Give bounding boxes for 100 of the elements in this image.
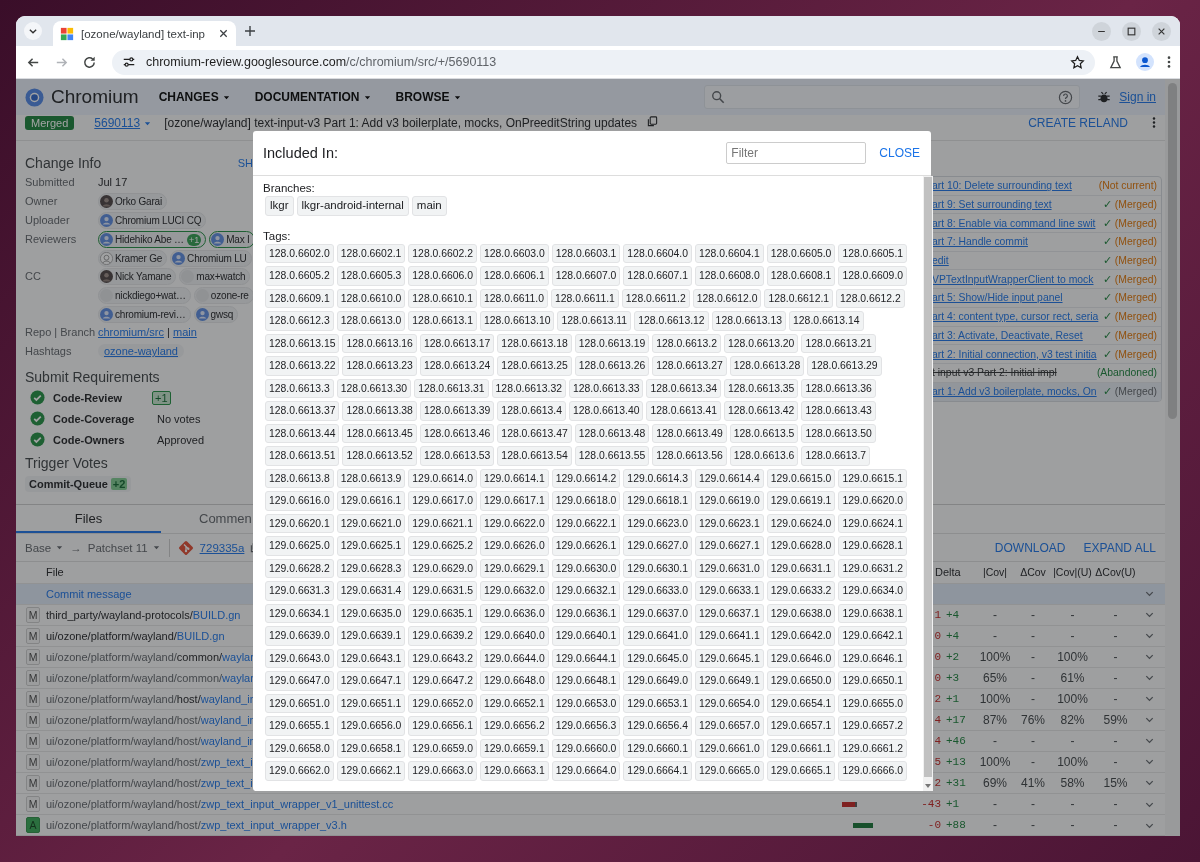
tag-chip[interactable]: 128.0.6613.55 — [574, 446, 650, 466]
tag-chip[interactable]: 129.0.6642.0 — [766, 626, 836, 646]
tag-chip[interactable]: 128.0.6611.0 — [480, 288, 548, 308]
tag-chip[interactable]: 128.0.6613.43 — [801, 401, 876, 421]
star-icon[interactable] — [1070, 54, 1085, 70]
tag-chip[interactable]: 128.0.6607.1 — [623, 266, 693, 286]
tag-chip[interactable]: 129.0.6646.0 — [766, 648, 836, 668]
tag-chip[interactable]: 129.0.6627.0 — [623, 536, 693, 556]
tag-chip[interactable]: 129.0.6656.3 — [551, 716, 621, 736]
tag-chip[interactable]: 129.0.6635.1 — [408, 603, 477, 623]
tag-chip[interactable]: 129.0.6650.0 — [766, 671, 836, 691]
tag-chip[interactable]: 129.0.6626.0 — [480, 536, 549, 556]
tag-chip[interactable]: 129.0.6639.2 — [408, 626, 477, 646]
tag-chip[interactable]: 128.0.6613.33 — [569, 378, 644, 398]
tag-chip[interactable]: 128.0.6613.19 — [574, 333, 650, 353]
person-chip[interactable]: nickdiego+wat… — [98, 287, 191, 304]
person-chip[interactable]: Orko Garai — [98, 193, 167, 210]
tag-chip[interactable]: 129.0.6625.1 — [336, 536, 406, 556]
branch-chip[interactable]: main — [411, 196, 447, 216]
tag-chip[interactable]: 128.0.6613.23 — [342, 356, 417, 376]
tag-chip[interactable]: 128.0.6602.2 — [408, 243, 477, 263]
file-path[interactable]: ui/ozone/platform/wayland/host/wayland_ir — [46, 692, 254, 705]
tag-chip[interactable]: 129.0.6636.0 — [480, 603, 549, 623]
tag-chip[interactable]: 128.0.6613.20 — [723, 333, 799, 353]
tag-chip[interactable]: 128.0.6613.32 — [491, 378, 567, 398]
scrollbar[interactable] — [1165, 79, 1180, 836]
tag-chip[interactable]: 129.0.6661.0 — [695, 738, 764, 758]
tag-chip[interactable]: 128.0.6613.29 — [807, 356, 882, 376]
tag-chip[interactable]: 129.0.6665.0 — [695, 761, 764, 781]
tag-chip[interactable]: 129.0.6615.1 — [838, 468, 908, 488]
tag-chip[interactable]: 129.0.6644.0 — [480, 648, 549, 668]
new-tab-icon[interactable] — [244, 25, 257, 37]
tag-chip[interactable]: 129.0.6643.2 — [408, 648, 477, 668]
tag-chip[interactable]: 129.0.6649.0 — [623, 671, 693, 691]
tag-chip[interactable]: 129.0.6652.1 — [480, 693, 549, 713]
tag-chip[interactable]: 129.0.6643.0 — [265, 648, 334, 668]
tag-chip[interactable]: 129.0.6615.0 — [766, 468, 836, 488]
tag-chip[interactable]: 128.0.6613.46 — [419, 423, 495, 443]
tag-chip[interactable]: 128.0.6613.10 — [480, 311, 555, 331]
tag-chip[interactable]: 128.0.6613.37 — [265, 401, 340, 421]
person-chip[interactable]: max+watch — [179, 268, 251, 285]
tag-chip[interactable]: 129.0.6619.1 — [766, 491, 836, 511]
tag-chip[interactable]: 129.0.6617.0 — [408, 491, 477, 511]
file-path[interactable]: ui/ozone/platform/wayland/host/zwp_text_i — [46, 777, 253, 789]
tag-chip[interactable]: 128.0.6613.28 — [729, 356, 805, 376]
tag-chip[interactable]: 129.0.6641.1 — [695, 626, 764, 646]
tag-chip[interactable]: 128.0.6602.0 — [265, 243, 334, 263]
tag-chip[interactable]: 129.0.6657.1 — [766, 716, 836, 736]
tag-chip[interactable]: 128.0.6613.12 — [634, 311, 709, 331]
tag-chip[interactable]: 129.0.6637.1 — [695, 603, 764, 623]
tag-chip[interactable]: 129.0.6621.1 — [408, 513, 477, 533]
tag-chip[interactable]: 128.0.6613.48 — [574, 423, 650, 443]
close-icon[interactable] — [1152, 21, 1171, 41]
tag-chip[interactable]: 128.0.6613.22 — [265, 356, 340, 376]
tag-chip[interactable]: 129.0.6651.0 — [265, 693, 334, 713]
person-chip[interactable]: Chromium LUCI CQ — [98, 212, 207, 229]
tag-chip[interactable]: 128.0.6613.36 — [801, 378, 876, 398]
tag-chip[interactable]: 129.0.6666.0 — [838, 761, 908, 781]
tag-chip[interactable]: 129.0.6625.0 — [265, 536, 334, 556]
tag-chip[interactable]: 129.0.6618.1 — [623, 491, 693, 511]
reload-icon[interactable] — [82, 54, 97, 70]
file-path[interactable]: ui/ozone/platform/wayland/common/waylar — [46, 671, 254, 684]
tag-chip[interactable]: 128.0.6613.1 — [408, 311, 477, 331]
tag-chip[interactable]: 128.0.6606.0 — [408, 266, 477, 286]
tag-chip[interactable]: 129.0.6662.1 — [336, 761, 406, 781]
tag-chip[interactable]: 129.0.6614.4 — [695, 468, 764, 488]
tag-chip[interactable]: 129.0.6655.0 — [838, 693, 908, 713]
tag-chip[interactable]: 129.0.6640.0 — [480, 626, 549, 646]
search-field[interactable] — [704, 85, 1081, 109]
tag-chip[interactable]: 129.0.6622.1 — [551, 513, 621, 533]
tag-chip[interactable]: 129.0.6631.4 — [336, 581, 406, 601]
brand-name[interactable]: Chromium — [51, 86, 139, 108]
tag-chip[interactable]: 129.0.6614.3 — [623, 468, 693, 488]
tag-chip[interactable]: 129.0.6616.1 — [336, 491, 406, 511]
tag-chip[interactable]: 129.0.6625.2 — [408, 536, 477, 556]
tag-chip[interactable]: 129.0.6623.1 — [695, 513, 764, 533]
tag-chip[interactable]: 128.0.6613.18 — [497, 333, 572, 353]
tag-chip[interactable]: 129.0.6663.0 — [408, 761, 477, 781]
tag-chip[interactable]: 129.0.6630.0 — [551, 558, 621, 578]
tag-chip[interactable]: 129.0.6664.1 — [623, 761, 693, 781]
tag-chip[interactable]: 128.0.6604.1 — [695, 243, 764, 263]
file-path[interactable]: third_party/wayland-protocols/BUILD.gn — [46, 608, 241, 621]
tag-chip[interactable]: 129.0.6632.1 — [551, 581, 621, 601]
tag-chip[interactable]: 129.0.6629.1 — [480, 558, 549, 578]
tag-chip[interactable]: 129.0.6638.0 — [766, 603, 836, 623]
tag-chip[interactable]: 129.0.6641.0 — [623, 626, 693, 646]
tag-chip[interactable]: 129.0.6647.1 — [336, 671, 406, 691]
tag-chip[interactable]: 129.0.6638.1 — [838, 603, 908, 623]
tag-chip[interactable]: 128.0.6613.0 — [336, 311, 406, 331]
tag-chip[interactable]: 129.0.6655.1 — [265, 716, 334, 736]
tag-chip[interactable]: 129.0.6653.1 — [623, 693, 693, 713]
tag-chip[interactable]: 129.0.6647.2 — [408, 671, 477, 691]
tag-chip[interactable]: 128.0.6613.14 — [789, 311, 864, 331]
close-icon[interactable] — [218, 28, 230, 39]
tag-chip[interactable]: 129.0.6635.0 — [336, 603, 406, 623]
tag-chip[interactable]: 128.0.6613.13 — [711, 311, 787, 331]
maximize-icon[interactable] — [1122, 21, 1141, 41]
tag-chip[interactable]: 128.0.6613.9 — [336, 468, 406, 488]
tag-chip[interactable]: 128.0.6613.8 — [265, 468, 334, 488]
tag-chip[interactable]: 129.0.6632.0 — [480, 581, 549, 601]
